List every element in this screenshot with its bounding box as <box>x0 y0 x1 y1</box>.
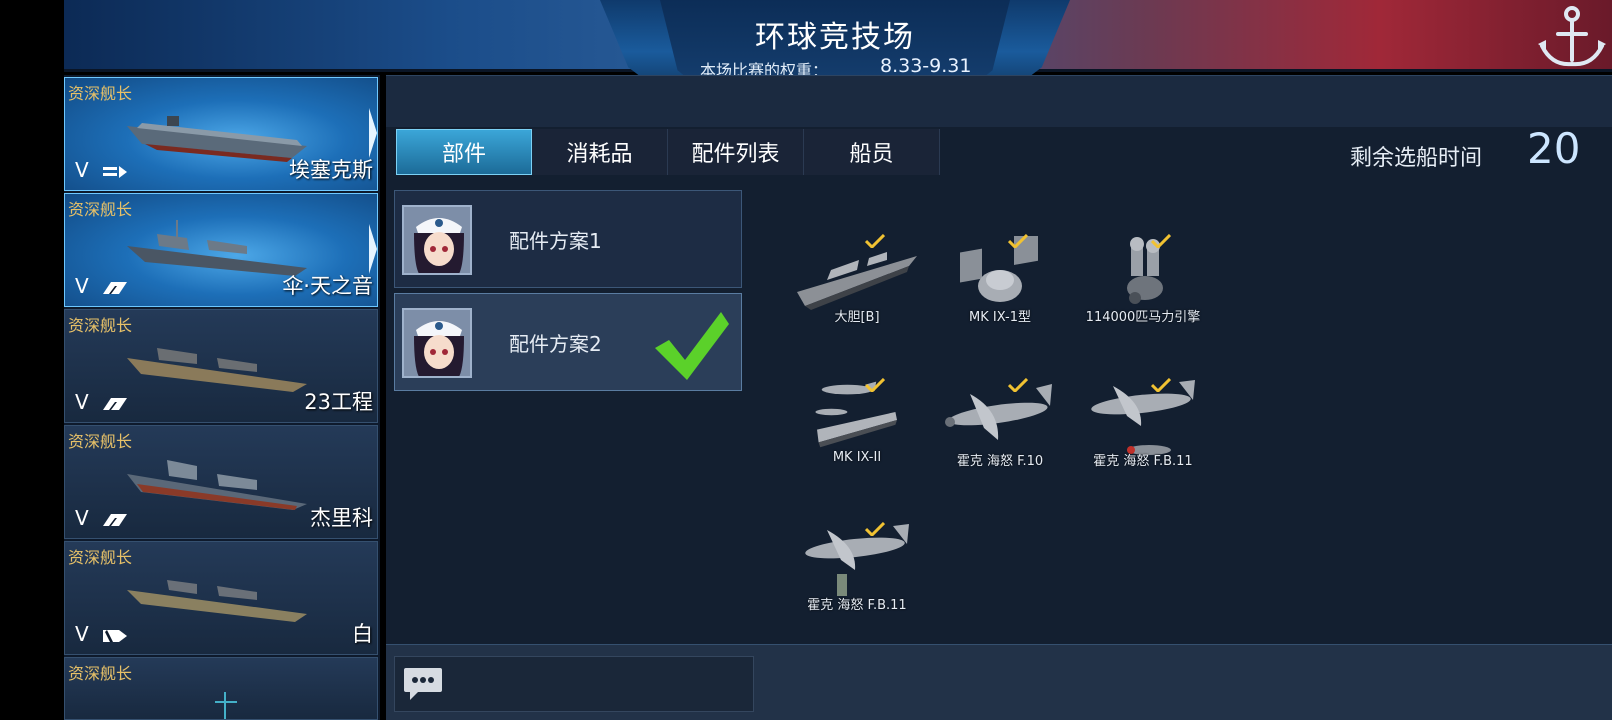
part-slot[interactable]: 霍克 海怒 F.B.11 <box>782 522 932 634</box>
ship-name: 白 <box>352 622 373 646</box>
left-black-strip <box>0 0 64 720</box>
battleship-type-icon <box>103 514 127 526</box>
part-slot[interactable]: 霍克 海怒 F.B.11 <box>1068 378 1218 490</box>
cruiser-icon <box>127 580 307 622</box>
part-label: 霍克 海怒 F.B.11 <box>807 598 907 613</box>
ship-rank: 资深舰长 <box>68 664 133 683</box>
chevron-right-icon <box>369 108 377 158</box>
check-small-icon <box>1151 378 1171 392</box>
part-label: 114000匹马力引擎 <box>1085 310 1201 325</box>
tab-consumables[interactable]: 消耗品 <box>532 129 668 175</box>
battleship-icon <box>127 348 307 392</box>
part-slot[interactable]: MK IX-1型 <box>925 234 1075 346</box>
part-label: MK IX-1型 <box>969 310 1031 325</box>
part-slot[interactable]: MK IX-II <box>782 378 932 490</box>
timer-label: 剩余选船时间 <box>1350 146 1483 171</box>
ship-name: 埃塞克斯 <box>289 158 373 182</box>
anchor-icon[interactable] <box>1532 0 1608 72</box>
ship-mast-icon <box>215 692 237 719</box>
avatar <box>402 308 472 378</box>
part-slot[interactable]: 大胆[B] <box>782 234 932 346</box>
ship-name: 杰里科 <box>310 506 373 530</box>
part-label: 霍克 海怒 F.10 <box>956 454 1044 469</box>
ship-tier: V <box>75 274 89 298</box>
config-item[interactable]: 配件方案1 <box>394 190 742 288</box>
check-small-icon <box>865 522 885 536</box>
fighter-plane-icon <box>945 384 1052 440</box>
ship-card[interactable]: 资深舰长 V 埃塞克斯 <box>64 77 378 191</box>
part-label: MK IX-II <box>832 450 882 465</box>
tab-parts-list[interactable]: 配件列表 <box>668 129 804 175</box>
ship-name: 23工程 <box>304 390 373 414</box>
fire-control-icon <box>960 236 1038 302</box>
ship-name: 伞·天之音 <box>282 274 373 298</box>
ship-tier: V <box>75 622 89 646</box>
aircraft-carrier-icon <box>127 116 307 162</box>
carrier-plane-icon <box>815 381 897 448</box>
main-top-bar <box>386 75 1612 127</box>
tab-crew[interactable]: 船员 <box>804 129 940 175</box>
check-small-icon <box>1008 234 1028 248</box>
carrier-type-icon <box>103 166 127 178</box>
battleship-type-icon <box>103 398 127 410</box>
page-title: 环球竞技场 <box>755 20 915 55</box>
bomber-plane-icon <box>1091 380 1195 455</box>
ship-card[interactable]: 资深舰长 V 伞·天之音 <box>64 193 378 307</box>
battleship-icon <box>127 460 307 510</box>
cruiser-type-icon <box>103 630 127 642</box>
chevron-right-icon <box>369 224 377 274</box>
ship-tier: V <box>75 158 89 182</box>
ship-card[interactable]: 资深舰长 V 23工程 <box>64 309 378 423</box>
ship-card[interactable]: 资深舰长 V 杰里科 <box>64 425 378 539</box>
check-small-icon <box>1008 378 1028 392</box>
part-label: 大胆[B] <box>834 310 880 325</box>
check-small-icon <box>865 378 885 392</box>
checkmark-icon <box>655 312 729 380</box>
check-small-icon <box>865 234 885 248</box>
avatar <box>402 205 472 275</box>
chat-input[interactable] <box>394 656 754 712</box>
part-slot[interactable]: 霍克 海怒 F.10 <box>925 378 1075 490</box>
timer-value: 20 <box>1527 124 1581 173</box>
part-slot[interactable]: 114000匹马力引擎 <box>1068 234 1218 346</box>
config-name: 配件方案2 <box>509 332 602 356</box>
chat-bubble-icon[interactable] <box>402 666 444 704</box>
weight-range: 8.33-9.31 <box>880 55 972 77</box>
battleship-type-icon <box>103 282 127 294</box>
check-small-icon <box>1151 234 1171 248</box>
engine-icon <box>1127 237 1163 304</box>
tab-bar: 部件 消耗品 配件列表 船员 <box>396 129 940 175</box>
ship-tier: V <box>75 506 89 530</box>
ship-hull-icon <box>797 252 917 310</box>
part-label: 霍克 海怒 F.B.11 <box>1093 454 1193 469</box>
bomber-plane-icon <box>805 524 909 596</box>
config-name: 配件方案1 <box>509 229 602 253</box>
tab-parts[interactable]: 部件 <box>396 129 532 175</box>
ship-tier: V <box>75 390 89 414</box>
config-item[interactable]: 配件方案2 <box>394 293 742 391</box>
ship-card[interactable]: 资深舰长 <box>64 657 378 720</box>
ship-card[interactable]: 资深舰长 V 白 <box>64 541 378 655</box>
